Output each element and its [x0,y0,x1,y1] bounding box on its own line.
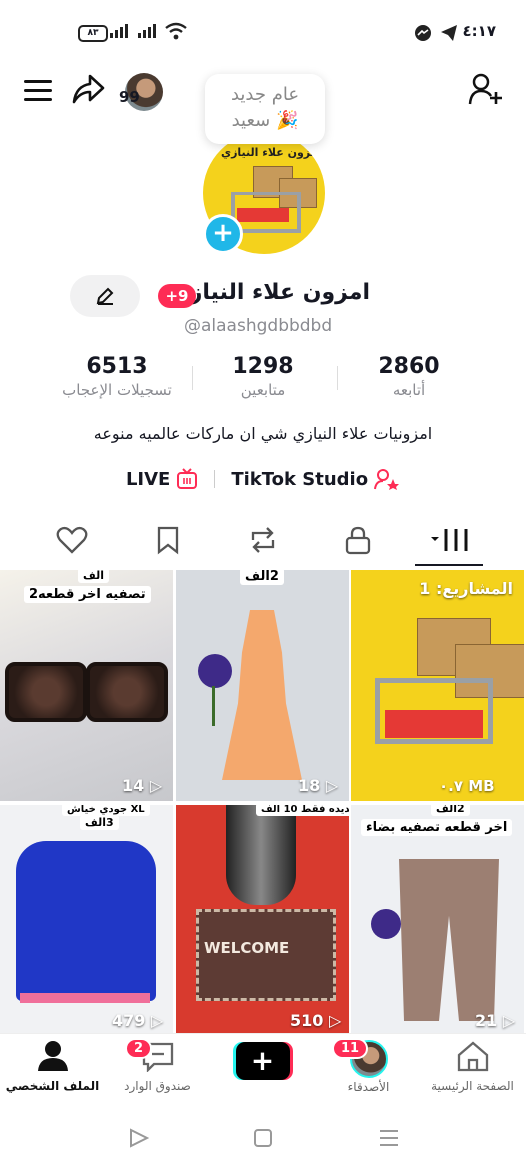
stat-followers[interactable]: 1298 متابعين [188,354,338,399]
view-count: 14 ▷ [122,776,163,795]
edit-profile-button[interactable] [70,275,140,317]
view-count: 510 ▷ [290,1011,342,1030]
video-tile[interactable]: 2الف 18 ▷ [176,570,349,801]
bookmark-icon [157,526,179,555]
nav-friends[interactable]: الأصدقاء 11 [316,1038,421,1094]
tiktok-studio-link[interactable]: TikTok Studio [231,468,400,490]
tab-videos[interactable] [428,522,476,558]
share-icon[interactable] [70,72,106,106]
video-tile[interactable]: الف تصفيه اخر قطعه2 14 ▷ [0,570,173,801]
nav-home[interactable]: الصفحة الرئيسية [420,1040,525,1093]
stat-following[interactable]: 2860 أتابعه [334,354,484,399]
signal-icon [110,24,128,38]
heart-icon [56,526,88,554]
video-tile[interactable]: WELCOME السنه الجديده فقط 10 الف 510 ▷ [176,805,349,1036]
pencil-icon [96,287,114,305]
view-count: 21 ▷ [475,1011,516,1030]
live-tv-icon [177,468,198,489]
menu-icon[interactable] [24,80,52,102]
profile-links: LIVE TikTok Studio [0,468,526,490]
bottom-nav: الصفحة الرئيسية الأصدقاء 11 + صندوق الوا… [0,1033,526,1114]
profile-icon [37,1041,68,1071]
follower-avatar-count: 99 [119,88,140,106]
profile-name: امزون علاء النيازي [169,280,370,305]
video-tile[interactable]: XL جودي خياش 3الف 479 ▷ [0,805,173,1036]
status-bar: ٨٣ ٤:١٧ [0,0,526,62]
video-tile-draft[interactable]: المشاريع: 1 ٠.٧ MB [351,570,524,801]
active-tab-indicator [415,564,483,566]
battery-icon: ٨٣ [78,25,108,42]
signal-icon-2 [138,24,156,38]
stat-likes[interactable]: 6513 تسجيلات الإعجاب [42,354,192,399]
view-count: 479 ▷ [112,1011,164,1030]
home-icon [457,1041,488,1072]
friends-badge: 11 [332,1038,369,1059]
profile-bio: امزونيات علاء النيازي شي ان ماركات عالمي… [93,424,433,443]
view-count: 18 ▷ [298,776,339,795]
nav-create[interactable]: + [210,1040,315,1080]
back-triangle-icon[interactable] [128,1128,150,1148]
live-link[interactable]: LIVE [126,468,198,490]
inbox-badge: 2 [125,1038,153,1059]
nav-profile[interactable]: الملف الشخصي [0,1040,105,1093]
clock: ٤:١٧ [462,22,496,40]
tab-reposts[interactable] [243,522,283,558]
username: @alaashgdbbdbd [184,316,333,336]
new-year-bubble[interactable]: عام جديد سعيد 🎉 [205,74,325,144]
home-square-icon[interactable] [253,1128,273,1148]
telegram-icon [441,25,457,41]
create-plus-icon: + [232,1042,293,1080]
add-story-plus-icon[interactable]: + [203,214,243,254]
creator-star-icon [374,469,400,490]
lock-icon [345,526,371,555]
video-tile[interactable]: 2الف اخر قطعه تصفيه بضاء 21 ▷ [351,805,524,1036]
system-nav-bar [0,1120,526,1169]
messenger-icon [415,25,431,41]
notification-pill[interactable]: +9 [158,284,196,308]
nav-inbox[interactable]: صندوق الوارد 2 [105,1038,210,1093]
avatar-title: امزون علاء النيازي [221,146,322,159]
tab-locked[interactable] [338,522,378,558]
draft-size: ٠.٧ MB [439,777,495,795]
link-separator [214,470,216,488]
tab-favorites[interactable] [148,522,188,558]
recents-icon[interactable] [378,1128,400,1148]
add-user-icon[interactable] [468,72,504,108]
grid-icon [431,529,468,551]
repost-icon [251,527,275,553]
wifi-icon [165,22,187,40]
tab-liked[interactable] [52,522,92,558]
